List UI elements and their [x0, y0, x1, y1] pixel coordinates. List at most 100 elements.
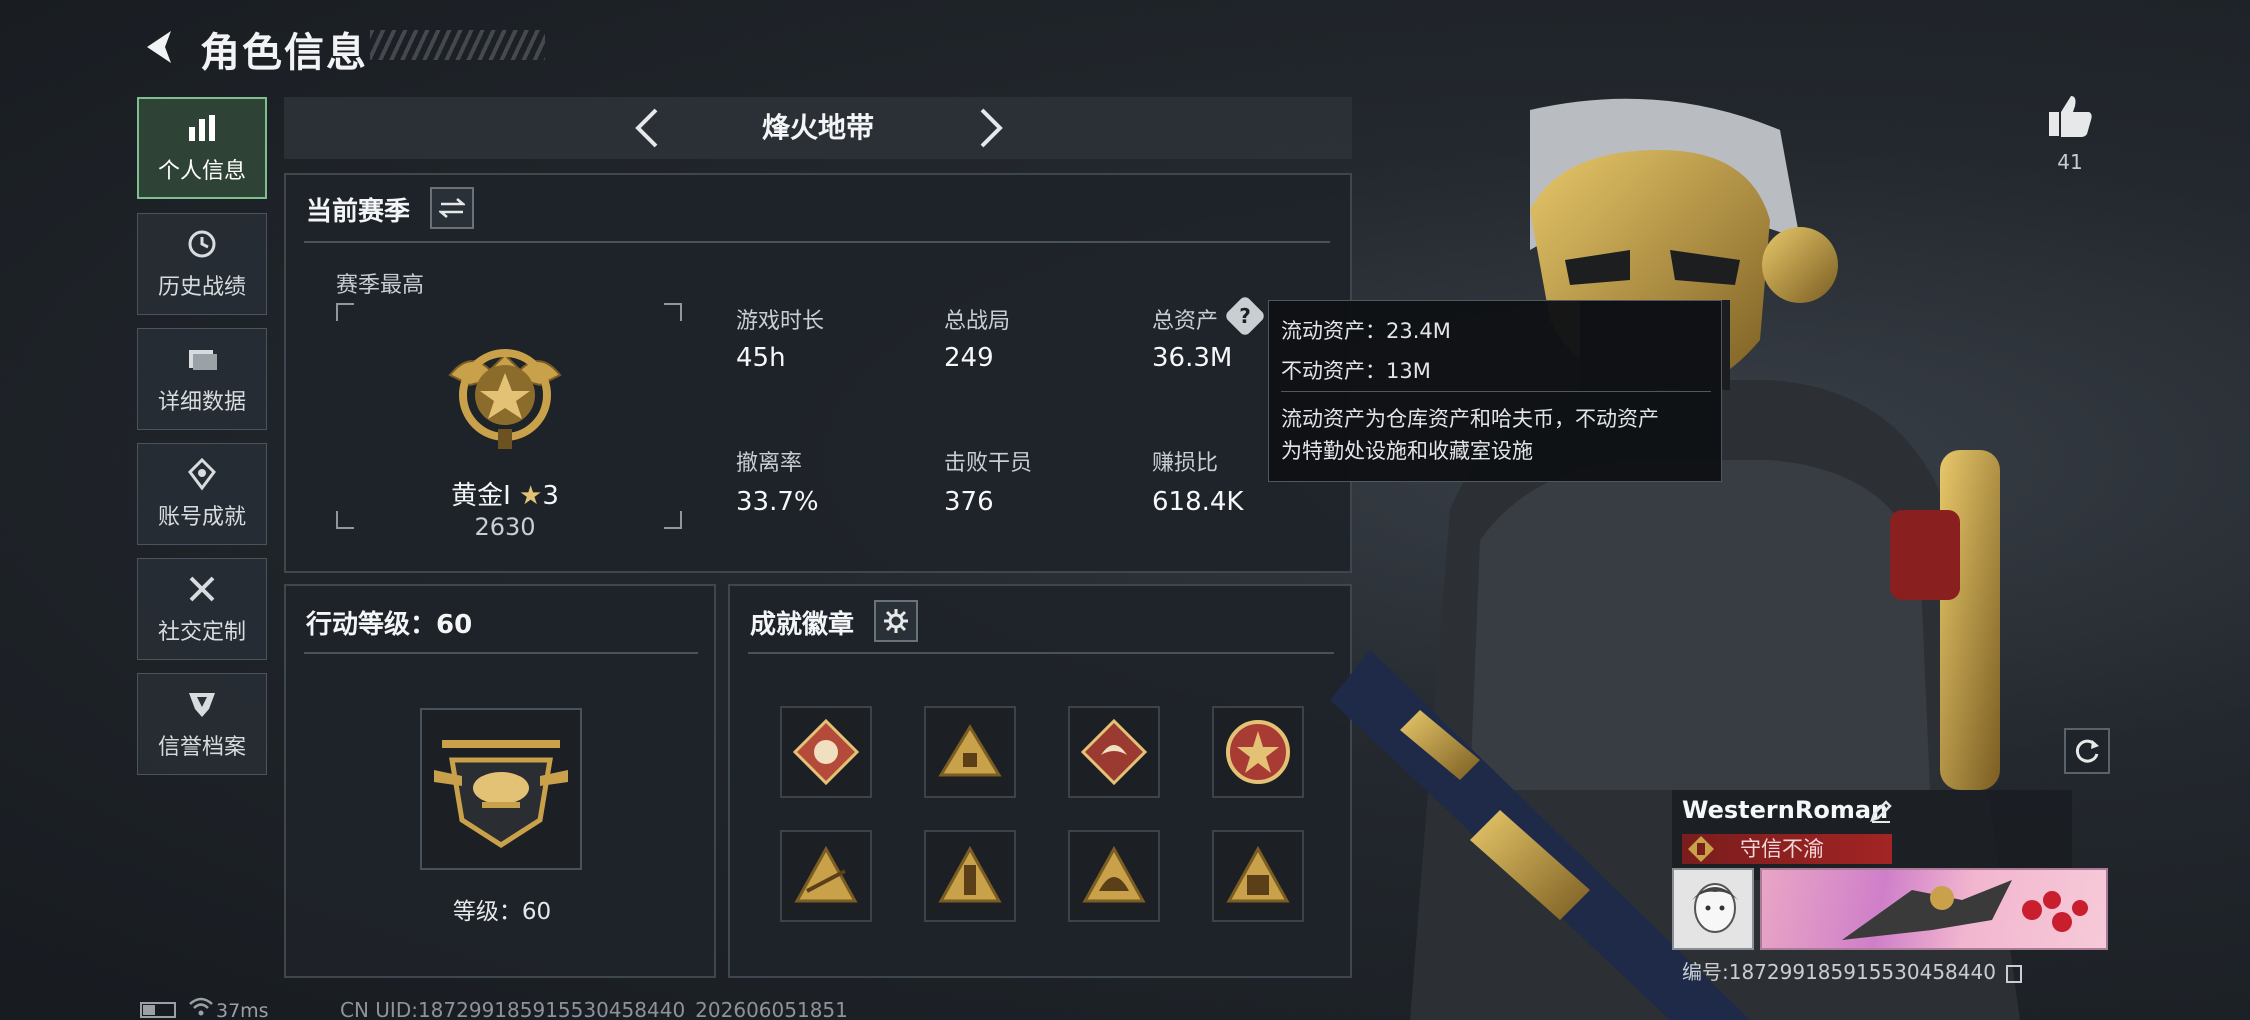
pencil-icon	[1870, 800, 1892, 823]
star-icon: ★	[519, 481, 543, 511]
frame-corner	[664, 303, 682, 321]
tooltip-description-1: 流动资产为仓库资产和哈夫币，不动资产	[1281, 407, 1659, 431]
sidebar-item-label: 信誉档案	[157, 735, 246, 760]
divider	[1281, 391, 1711, 392]
divider	[304, 241, 1330, 243]
back-arrow-icon	[147, 31, 171, 63]
sidebar-item-label: 个人信息	[157, 159, 246, 184]
shield-icon	[189, 693, 215, 717]
level-emblem-frame	[420, 708, 582, 870]
avatar[interactable]	[1672, 868, 1754, 950]
sidebar-item-label: 社交定制	[157, 620, 246, 645]
sidebar-item-label: 账号成就	[157, 505, 246, 530]
title-decoration	[370, 30, 545, 60]
badge-slot[interactable]	[780, 706, 872, 798]
divider	[748, 652, 1334, 654]
bar-chart-icon	[189, 115, 215, 141]
tooltip-description-2: 为特勤处设施和收藏室设施	[1281, 439, 1533, 463]
season-panel: 当前赛季 赛季最高 黄金I ★3 2630 游戏时长 45h 总战局 249 总…	[284, 173, 1352, 573]
frame-corner	[664, 511, 682, 529]
frame-corner	[336, 511, 354, 529]
swap-icon	[439, 198, 465, 218]
badge-settings-button[interactable]	[874, 600, 918, 642]
divider	[304, 652, 698, 654]
season-title: 当前赛季	[306, 197, 411, 227]
badge-slot[interactable]	[1068, 706, 1160, 798]
stat-label-total-assets: 总资产	[1152, 309, 1219, 334]
sidebar-item-reputation[interactable]: 信誉档案	[137, 673, 267, 775]
achievement-icon	[188, 457, 216, 491]
level-label: 等级：60	[452, 899, 552, 925]
rank-stars: 3	[542, 481, 559, 511]
avatar-image	[1674, 870, 1752, 948]
rank-name: 黄金I	[451, 481, 511, 511]
stat-value-play-time: 45h	[736, 343, 786, 373]
sidebar-item-history[interactable]: 历史战绩	[137, 213, 267, 315]
sidebar-item-achievements[interactable]: 账号成就	[137, 443, 267, 545]
switch-season-button[interactable]	[430, 187, 474, 229]
tower-badge-icon	[938, 845, 1002, 903]
wifi-icon	[189, 997, 213, 1016]
badge-slot[interactable]	[1068, 830, 1160, 922]
stat-label-total-matches: 总战局	[944, 309, 1011, 334]
banner-image	[1842, 880, 2088, 940]
player-id-text: 编号:1872991859155304584​40	[1682, 960, 1996, 984]
wolf-badge-icon	[792, 718, 860, 786]
badge-slot[interactable]	[780, 830, 872, 922]
rank-points: 2630	[474, 513, 536, 541]
badge-slot[interactable]	[1212, 830, 1304, 922]
level-title: 行动等级：60	[306, 610, 473, 640]
stat-value-extraction-rate: 33.7%	[736, 487, 819, 517]
stat-label-extraction-rate: 撤离率	[736, 451, 803, 476]
mode-selector: 烽火地带	[284, 97, 1352, 159]
mode-title: 烽火地带	[761, 111, 874, 144]
stat-label-play-time: 游戏时长	[736, 309, 825, 334]
dragon-badge-icon	[1080, 718, 1148, 786]
stat-value-operators-defeated: 376	[944, 487, 994, 517]
sidebar-item-personal-info[interactable]: 个人信息	[137, 97, 267, 199]
stat-value-profit-loss: 618.4K	[1152, 487, 1244, 517]
rank-emblem-icon	[448, 349, 562, 449]
sidebar-item-detailed-data[interactable]: 详细数据	[137, 328, 267, 430]
crate-badge-icon	[1226, 845, 1290, 903]
stat-value-total-matches: 249	[944, 343, 994, 373]
badge-slot[interactable]	[924, 830, 1016, 922]
next-mode-button[interactable]	[968, 105, 1014, 151]
prev-mode-button[interactable]	[624, 105, 670, 151]
chevron-right-icon	[980, 108, 1003, 148]
sidebar-item-label: 详细数据	[157, 390, 246, 415]
like-count: 41	[2057, 150, 2083, 174]
copy-icon[interactable]	[2006, 964, 2023, 983]
helmet-badge-icon	[1082, 845, 1146, 903]
uid-footer: CN UID:18729918591553045844​0_2026060518…	[340, 998, 848, 1020]
like-button[interactable]	[2045, 92, 2095, 142]
player-name: WesternRoman	[1682, 796, 1889, 824]
thumbs-up-icon	[2049, 96, 2092, 137]
back-button[interactable]	[138, 24, 184, 70]
stat-label-operators-defeated: 击败干员	[944, 451, 1033, 476]
assets-tooltip: 流动资产：23.4M 不动资产：13M 流动资产为仓库资产和哈夫币，不动资产 为…	[1268, 300, 1722, 482]
ping-indicator: 37ms	[216, 1000, 269, 1020]
edit-name-button[interactable]	[1868, 798, 1894, 824]
gear-icon	[884, 609, 908, 633]
sidebar-item-social-customize[interactable]: 社交定制	[137, 558, 267, 660]
chevron-left-icon	[635, 108, 658, 148]
refresh-button[interactable]	[2064, 728, 2110, 774]
badges-panel: 成就徽章	[728, 584, 1352, 978]
refresh-icon	[2075, 739, 2099, 763]
season-best-label: 赛季最高	[336, 273, 425, 298]
frame-corner	[336, 303, 354, 321]
badge-slot[interactable]	[1212, 706, 1304, 798]
player-banner[interactable]	[1760, 868, 2108, 950]
level-panel: 行动等级：60 等级：60	[284, 584, 716, 978]
history-clock-icon	[188, 230, 216, 258]
page-title: 角色信息	[200, 30, 368, 76]
stat-value-total-assets: 36.3M	[1152, 343, 1233, 373]
badge-slot[interactable]	[924, 706, 1016, 798]
helicopter-emblem-icon	[434, 740, 568, 848]
tooltip-fixed-assets: 不动资产：13M	[1281, 359, 1431, 383]
star-seal-badge-icon	[1226, 720, 1290, 784]
sidebar-item-label: 历史战绩	[157, 275, 246, 300]
pyramid-badge-icon	[938, 724, 1002, 777]
question-icon: ?	[1239, 304, 1251, 328]
